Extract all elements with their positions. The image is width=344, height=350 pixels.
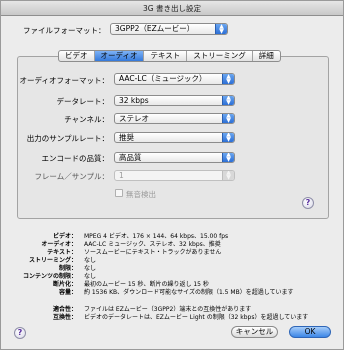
summary-key: 容量： — [58, 289, 77, 296]
channel-popup[interactable]: ステレオ ▲ ▼ — [114, 113, 235, 124]
summary-value: ソースムービーにテキスト・トラックがありません — [84, 249, 222, 256]
file-format-label: ファイルフォーマット： — [23, 26, 106, 35]
tab-bar: ビデオ オーディオ テキスト ストリーミング 詳細 — [58, 50, 281, 62]
datarate-label: データレート： — [56, 97, 110, 106]
popup-arrows-icon: ▲ ▼ — [222, 171, 234, 180]
silence-detect-label: 無音検出 — [126, 190, 156, 199]
datarate-popup[interactable]: 32 kbps ▲ ▼ — [114, 95, 235, 106]
panel-help-icon[interactable]: ? — [302, 197, 314, 209]
quality-value: 高品質 — [119, 153, 142, 162]
summary-value: 約 1536 KB、ダウンロード可能なサイズの制限（1.5 MB）を超過していま… — [84, 289, 294, 296]
tab-text[interactable]: テキスト — [144, 51, 188, 61]
quality-popup[interactable]: 高品質 ▲ ▼ — [114, 152, 235, 163]
quality-label: エンコードの品質： — [41, 154, 110, 163]
file-format-popup[interactable]: 3GPP2（EZムービー） ▲ ▼ — [110, 23, 228, 35]
frames-label: フレーム／サンプル： — [34, 172, 109, 181]
compat-value: ビデオのデータレートは、EZムービー Light の制限（32 kbps）を超過… — [84, 314, 309, 321]
silence-detect-checkbox[interactable] — [115, 189, 123, 197]
popup-arrows-icon: ▲ ▼ — [222, 153, 234, 162]
popup-arrows-icon: ▲ ▼ — [222, 96, 234, 105]
audio-format-popup[interactable]: AAC-LC（ミュージック） ▲ ▼ — [114, 73, 235, 85]
cancel-button[interactable]: キャンセル — [231, 326, 278, 338]
channel-label: チャンネル： — [64, 115, 109, 124]
popup-arrows-icon: ▲ ▼ — [222, 133, 234, 142]
window-title: 3G 書き出し設定 — [1, 1, 343, 16]
sample-rate-label: 出力のサンプルレート： — [26, 134, 109, 143]
frames-popup: 1 ▲ ▼ — [114, 170, 235, 181]
channel-value: ステレオ — [119, 114, 149, 123]
popup-arrows-icon: ▲ ▼ — [215, 24, 227, 34]
file-format-value: 3GPP2（EZムービー） — [115, 24, 195, 33]
tab-advanced[interactable]: 詳細 — [253, 51, 280, 61]
sample-rate-value: 推奨 — [119, 133, 134, 142]
popup-arrows-icon: ▲ ▼ — [222, 74, 234, 84]
frames-value: 1 — [119, 171, 124, 180]
datarate-value: 32 kbps — [119, 96, 149, 105]
ok-button[interactable]: OK — [289, 326, 331, 338]
audio-format-value: AAC-LC（ミュージック） — [119, 74, 207, 83]
audio-format-label: オーディオフォーマット： — [19, 76, 109, 85]
help-icon[interactable]: ? — [14, 327, 26, 339]
tab-audio[interactable]: オーディオ — [94, 51, 145, 61]
compat-key: 互換性： — [52, 314, 77, 321]
tab-streaming[interactable]: ストリーミング — [187, 51, 253, 61]
export-settings-window: 3G 書き出し設定 ファイルフォーマット： 3GPP2（EZムービー） ▲ ▼ ビ… — [0, 0, 344, 350]
tab-video[interactable]: ビデオ — [59, 51, 95, 61]
sample-rate-popup[interactable]: 推奨 ▲ ▼ — [114, 132, 235, 143]
popup-arrows-icon: ▲ ▼ — [222, 114, 234, 123]
